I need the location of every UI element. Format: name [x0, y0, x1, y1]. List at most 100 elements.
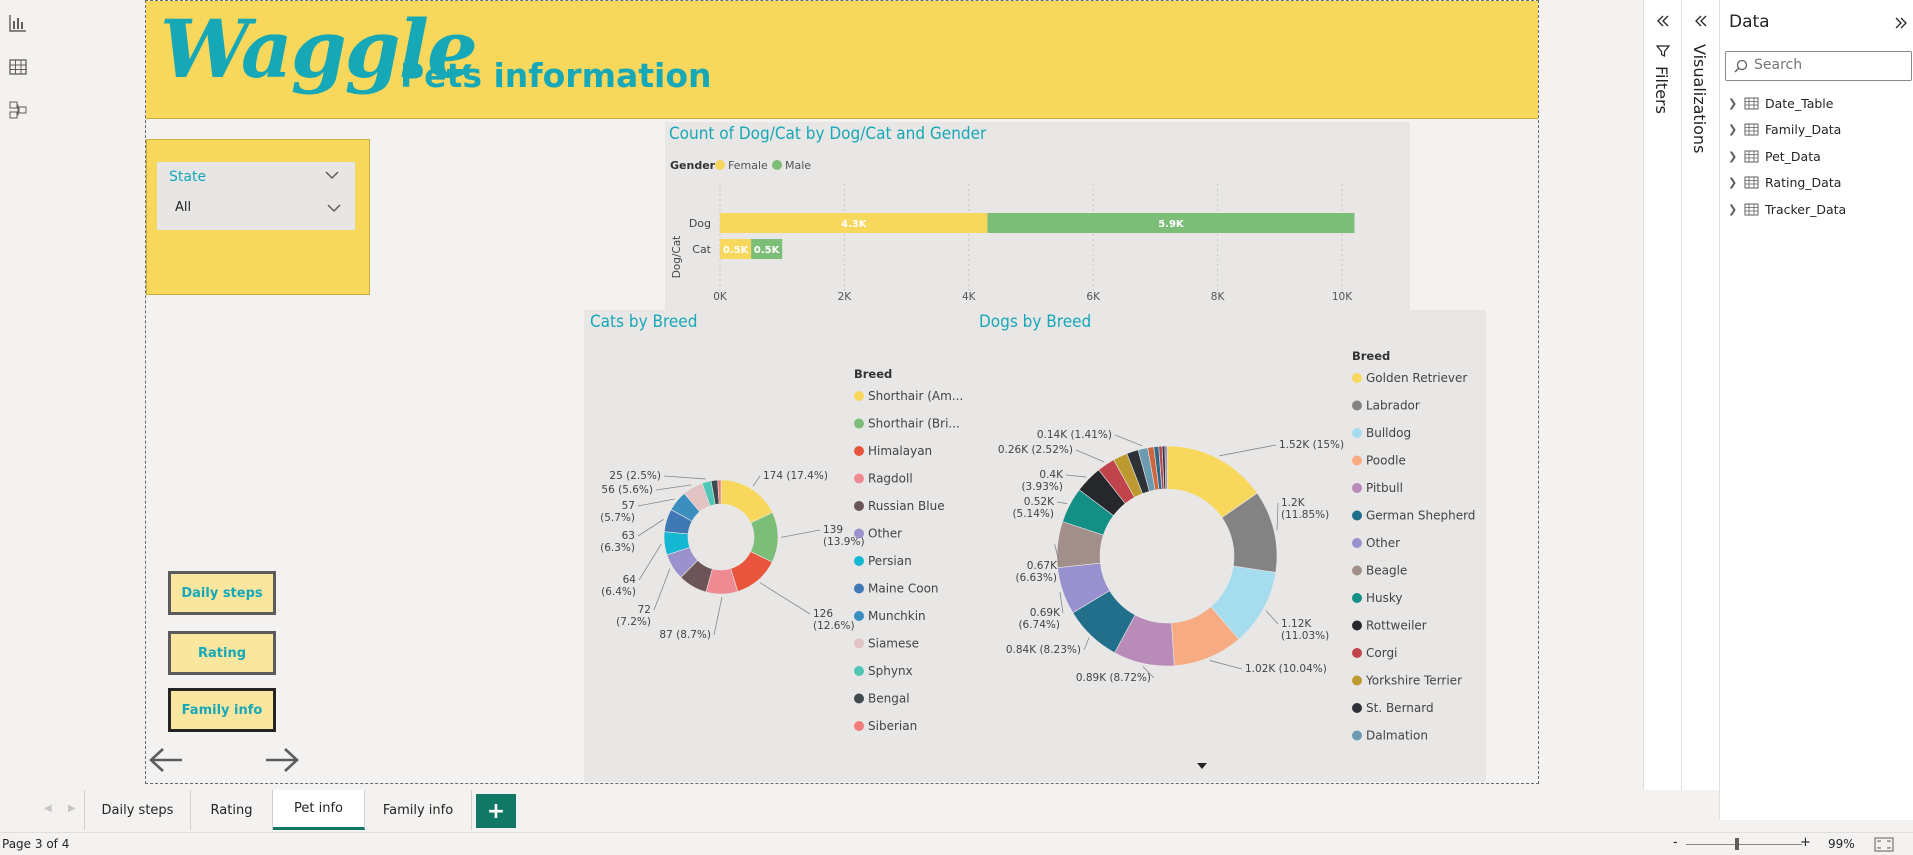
legend-label: Other [868, 527, 902, 541]
legend-swatch [1352, 730, 1362, 741]
table-view-icon[interactable] [7, 56, 29, 78]
family-info-nav-button[interactable]: Family info [168, 688, 276, 732]
arrow-left-icon[interactable] [148, 745, 184, 775]
legend-swatch [1352, 703, 1362, 713]
legend-label: Rottweiler [1366, 619, 1427, 633]
slicer-dropdown-value[interactable]: All [175, 200, 191, 215]
tab-pet-info[interactable]: Pet info [273, 790, 365, 830]
table-name: Tracker_Data [1765, 201, 1847, 217]
cats-donut-chart[interactable]: 174 (17.4%)139(13.9%)126(12.6%)87 (8.7%)… [584, 310, 973, 782]
leader-line [663, 475, 706, 480]
visualizations-label[interactable]: Visualizations [1690, 44, 1709, 153]
chevron-right-icon[interactable]: ❯ [1728, 176, 1742, 189]
daily-steps-nav-button[interactable]: Daily steps [168, 571, 276, 615]
tab-scroll-left-icon[interactable]: ◀ [44, 803, 52, 814]
chevron-right-icon[interactable]: ❯ [1728, 203, 1742, 216]
legend-label: Bengal [868, 692, 910, 706]
legend-swatch [854, 556, 864, 566]
table-item-tracker-data[interactable]: ❯ Tracker_Data [1728, 198, 1908, 220]
leader-line [637, 498, 675, 507]
legend-title: Breed [854, 367, 892, 381]
scroll-down-icon[interactable] [1197, 763, 1207, 769]
zoom-out-icon[interactable]: - [1673, 835, 1678, 850]
tab-daily-steps[interactable]: Daily steps [84, 790, 191, 830]
zoom-slider[interactable] [1686, 844, 1802, 845]
table-item-date-table[interactable]: ❯ Date_Table [1728, 92, 1908, 114]
chevron-right-icon[interactable]: ❯ [1728, 150, 1742, 163]
legend-label: Pitbull [1366, 481, 1403, 495]
rating-nav-button[interactable]: Rating [168, 631, 276, 675]
legend-label: Siberian [868, 719, 917, 733]
slice-label: 1.2K [1281, 497, 1306, 509]
table-item-family-data[interactable]: ❯ Family_Data [1728, 119, 1908, 141]
chevron-right-icon[interactable]: ❯ [1728, 123, 1742, 136]
arrow-right-icon[interactable] [264, 745, 300, 775]
slice-label: (5.14%) [1012, 508, 1054, 520]
slicer-title: State [169, 169, 207, 185]
x-tick-label: 10K [1332, 291, 1353, 303]
gender-bar-chart-panel[interactable]: Count of Dog/Cat by Dog/Cat and Gender G… [665, 122, 1410, 310]
slice-label: 174 (17.4%) [763, 470, 828, 482]
zoom-in-icon[interactable]: + [1800, 835, 1811, 850]
legend-title: Breed [1352, 349, 1390, 363]
x-tick-label: 8K [1211, 291, 1226, 303]
collapse-icon[interactable] [1656, 14, 1670, 28]
slice-label: 1.12K [1281, 618, 1312, 630]
tab-family-info[interactable]: Family info [365, 790, 472, 830]
chevron-down-icon[interactable] [325, 170, 339, 180]
slice-label: 56 (5.6%) [601, 484, 653, 496]
legend-label: Golden Retriever [1366, 371, 1467, 385]
leader-line [1056, 501, 1067, 504]
collapse-icon[interactable] [1694, 14, 1708, 28]
filter-icon [1656, 45, 1670, 57]
filters-pane[interactable]: Filters [1643, 0, 1681, 790]
legend-swatch [1352, 455, 1362, 466]
status-bar: Page 3 of 4 - + 99% [0, 832, 1913, 855]
report-view-icon[interactable] [7, 12, 29, 34]
search-icon [1734, 59, 1748, 73]
legend-swatch [1352, 620, 1362, 631]
visualizations-pane[interactable]: Visualizations [1681, 0, 1719, 790]
legend-swatch [854, 611, 864, 621]
table-item-pet-data[interactable]: ❯ Pet_Data [1728, 145, 1908, 167]
leader-line [653, 568, 671, 611]
left-rail [0, 0, 38, 820]
slice-label: (7.2%) [616, 616, 651, 628]
legend-label: Beagle [1366, 564, 1407, 578]
add-page-button[interactable]: + [476, 794, 516, 828]
slice-label: (11.85%) [1281, 509, 1329, 521]
legend-label: Labrador [1366, 399, 1420, 413]
bar-chart[interactable]: Gender Female Male 0K 2K 4K 6K 8K 10K Dog/Cat Dog 4… [665, 122, 1410, 310]
search-input[interactable] [1754, 57, 1904, 73]
leader-line [638, 543, 662, 581]
slice-label: 126 [813, 608, 833, 620]
chevron-right-icon[interactable]: ❯ [1728, 97, 1742, 110]
tab-rating[interactable]: Rating [191, 790, 273, 830]
table-item-rating-data[interactable]: ❯ Rating_Data [1728, 172, 1908, 194]
tab-scroll-right-icon[interactable]: ▶ [68, 803, 76, 814]
leader-line [1075, 449, 1105, 463]
legend-title: Gender [670, 159, 716, 172]
slice-label: 1.02K (10.04%) [1245, 663, 1327, 675]
legend-swatch [854, 638, 864, 649]
y-tick-label: Dog [689, 217, 711, 230]
dogs-donut-chart[interactable]: 1.52K (15%) 1.2K(11.85%) 1.12K(11.03%) 1.02… [973, 310, 1486, 782]
expand-icon[interactable] [1894, 16, 1908, 30]
chevron-down-icon[interactable] [327, 203, 341, 213]
fit-to-page-icon[interactable] [1874, 837, 1894, 852]
legend-swatch [854, 721, 864, 731]
slicer-body[interactable]: State All [157, 162, 355, 230]
table-icon [1744, 150, 1759, 162]
cats-by-breed-panel[interactable]: Cats by Breed 174 (17.4%) 139 (13.9%) 126 (1… [584, 310, 973, 782]
slice-label: 64 [623, 574, 637, 586]
slice-label: (12.6%) [813, 620, 855, 632]
search-box[interactable] [1725, 51, 1912, 81]
filters-label[interactable]: Filters [1652, 66, 1671, 114]
dogs-by-breed-panel[interactable]: Dogs by Breed 1.52K (15%) 1.2K (11.85%) 1.1… [973, 310, 1486, 782]
y-tick-label: Cat [692, 243, 711, 256]
zoom-slider-thumb[interactable] [1735, 838, 1739, 850]
model-view-icon[interactable] [7, 99, 29, 121]
table-name: Rating_Data [1765, 175, 1842, 190]
leader-line [1209, 660, 1243, 670]
data-label: 0.5K [723, 245, 750, 256]
